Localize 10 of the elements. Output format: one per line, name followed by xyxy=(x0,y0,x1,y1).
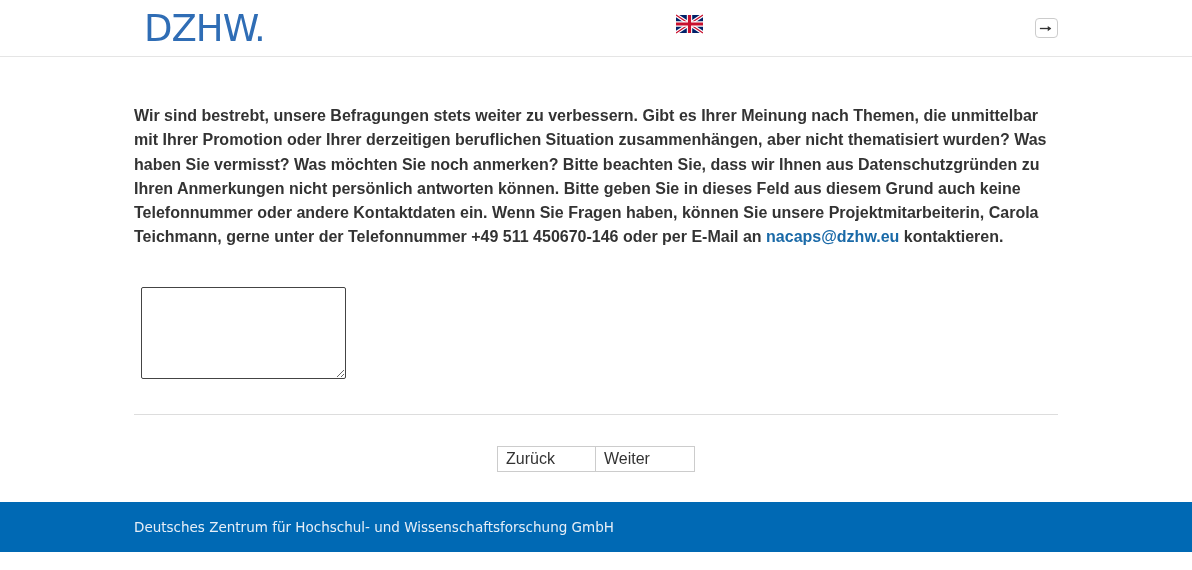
next-button[interactable]: Weiter xyxy=(596,445,695,472)
footer-text: Deutsches Zentrum für Hochschul- und Wissenschaftsforschung GmbH xyxy=(134,518,614,535)
uk-flag-icon[interactable] xyxy=(676,14,704,34)
logo: DZHW. xyxy=(144,9,265,47)
answer-field[interactable] xyxy=(141,286,346,379)
email-link[interactable]: nacaps@dzhw.eu xyxy=(766,228,900,246)
logout-button[interactable] xyxy=(1035,18,1058,38)
question-text: Wir sind bestrebt, unsere Befragungen stets weiter zu verbessern. Gibt es Ihrer Meinung nach Themen, die unmittelbar mit Ihrer Promotion oder Ihrer derzeitigen beruflichen Situation zusammenhängen, aber nicht thematisiert wurden? Was haben Sie vermisst? Was möchten Sie noch anmerken? Bitte beachten Sie, dass wir Ihnen aus Datenschutzgründen zu Ihren Anmerkungen nicht persönlich antworten können. Bitte geben Sie in dieses Feld aus diesem Grund auch keine Telefonnummer oder andere Kontaktdaten ein. Wenn Sie Fragen haben, können Sie unsere Projektmitarbeiterin, Carola Teichmann, gerne unter der Telefonnummer +49 511 450670-146 oder per E-Mail an nacaps@dzhw.eu kontaktieren. xyxy=(134,106,1048,248)
back-button[interactable]: Zurück xyxy=(497,445,596,472)
arrow-icon xyxy=(1039,23,1054,33)
